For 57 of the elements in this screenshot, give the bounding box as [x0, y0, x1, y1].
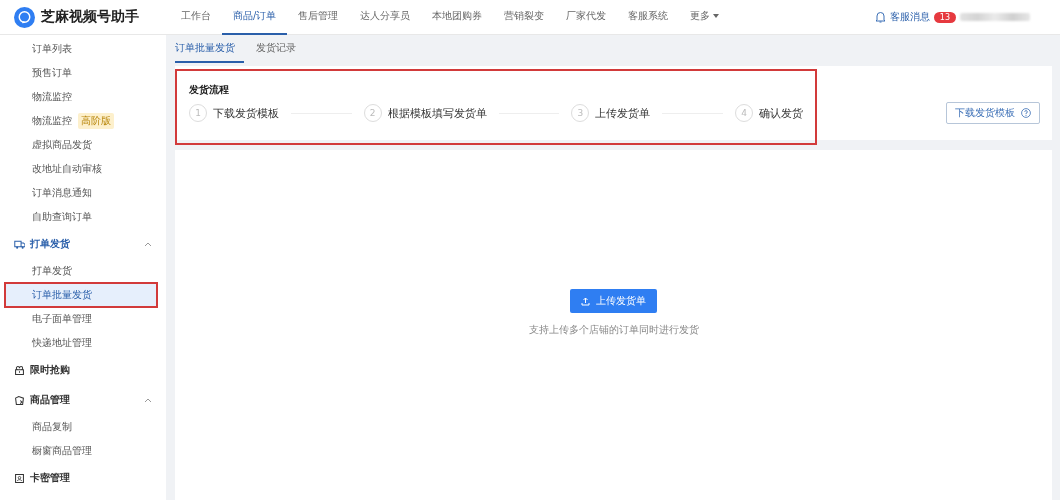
tab[interactable]: 订单批量发货: [175, 35, 244, 63]
messages-link[interactable]: 客服消息: [889, 10, 930, 24]
nav-tab[interactable]: 工作台: [170, 0, 222, 35]
nav-tab[interactable]: 售后管理: [287, 0, 350, 35]
sidebar-item[interactable]: 订单列表: [0, 37, 157, 61]
sidebar-item[interactable]: 改地址自动审核: [0, 157, 157, 181]
step-label: 上传发货单: [595, 105, 651, 121]
sidebar-group[interactable]: 限时抢购: [0, 355, 166, 385]
nav-tab[interactable]: 营销裂变: [493, 0, 556, 35]
sidebar-item[interactable]: 物流监控 高阶版: [0, 109, 157, 133]
tab[interactable]: 发货记录: [256, 35, 305, 63]
step-label: 下载发货模板: [213, 105, 279, 121]
sidebar-group[interactable]: 卡密管理: [0, 463, 166, 493]
nav-tab[interactable]: 达人分享员: [349, 0, 422, 35]
upload-hint: 支持上传多个店铺的订单同时进行发货: [528, 323, 699, 337]
nav-tab[interactable]: 本地团购券: [421, 0, 494, 35]
chevron-icon[interactable]: [144, 397, 152, 403]
sidebar-group[interactable]: 商品管理: [0, 385, 166, 415]
gift-box-icon: [14, 364, 25, 376]
app-title: 芝麻视频号助手: [41, 8, 139, 26]
group-label: 打单发货: [30, 237, 70, 251]
sidebar-item[interactable]: 订单批量发货: [5, 283, 157, 307]
bell-icon[interactable]: [874, 11, 886, 23]
sidebar-item[interactable]: 自助查询订单: [0, 205, 157, 229]
sidebar-item[interactable]: 商品复制: [0, 415, 157, 439]
nav-tab[interactable]: 更多: [679, 0, 731, 35]
group-label: 限时抢购: [30, 363, 70, 377]
logo-icon: [14, 6, 35, 28]
sidebar-item[interactable]: 快递地址管理: [0, 331, 157, 355]
caret-icon: [713, 14, 720, 18]
upload-icon: [581, 296, 590, 306]
sidebar-item[interactable]: 订单消息通知: [0, 181, 157, 205]
chevron-icon[interactable]: [144, 241, 152, 247]
sidebar-item[interactable]: 物流监控: [0, 85, 157, 109]
badge: 高阶版: [78, 113, 114, 129]
help-icon: [1021, 108, 1031, 118]
nav-tab[interactable]: 商品/订单: [222, 0, 288, 35]
sidebar-item[interactable]: 电子面单管理: [0, 307, 157, 331]
upload-button[interactable]: 上传发货单: [570, 289, 657, 313]
step-label: 确认发货: [759, 105, 803, 121]
bag-icon: [14, 394, 25, 406]
sidebar-item[interactable]: 预售订单: [0, 61, 157, 85]
truck-icon: [14, 238, 25, 250]
sidebar-item[interactable]: 虚拟商品发货: [0, 133, 157, 157]
nav-tab[interactable]: 客服系统: [617, 0, 680, 35]
sidebar-group[interactable]: 打单发货: [0, 229, 166, 259]
group-label: 商品管理: [30, 393, 70, 407]
id-card-icon: [14, 472, 25, 484]
sidebar-item[interactable]: 打单发货: [0, 259, 157, 283]
sidebar-item[interactable]: 橱窗商品管理: [0, 439, 157, 463]
message-count: 13: [933, 11, 956, 23]
blurred-username: [960, 13, 1030, 21]
nav-tab[interactable]: 厂家代发: [555, 0, 618, 35]
group-label: 卡密管理: [30, 471, 70, 485]
download-template-button[interactable]: 下载发货模板: [946, 102, 1040, 124]
step-label: 根据模板填写发货单: [387, 105, 487, 121]
section-title: 发货流程: [189, 83, 230, 97]
